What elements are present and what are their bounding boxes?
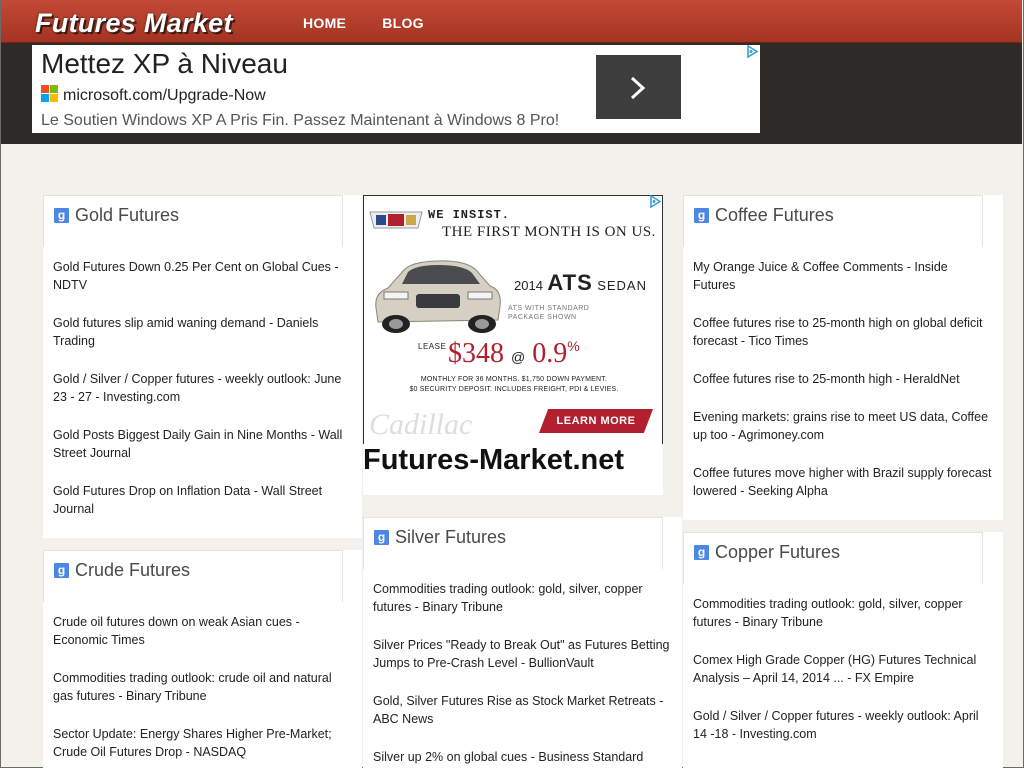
google-icon: g xyxy=(54,563,69,578)
copper-futures-panel: g Copper Futures Commodities trading outl… xyxy=(683,532,1003,768)
lease-label: LEASE xyxy=(418,342,447,351)
ad-description: Le Soutien Windows XP A Pris Fin. Passez… xyxy=(41,112,560,129)
news-link[interactable]: Comex High Grade Copper (HG) Futures Tec… xyxy=(683,651,1003,687)
crude-news-list: Crude oil futures down on weak Asian cue… xyxy=(43,602,362,768)
ad-tagline: WE INSIST. xyxy=(428,208,511,222)
news-link[interactable]: Silver Prices "Ready to Break Out" as Fu… xyxy=(363,636,682,672)
ad-go-button[interactable] xyxy=(596,55,681,119)
chevron-right-icon xyxy=(630,76,646,100)
gold-futures-panel: g Gold Futures Gold Futures Down 0.25 Per… xyxy=(43,195,362,538)
ad-headline[interactable]: Mettez XP à Niveau xyxy=(41,48,288,80)
learn-more-button[interactable]: LEARN MORE xyxy=(539,409,653,433)
news-link[interactable]: Gold Futures Down 0.25 Per Cent on Globa… xyxy=(43,258,362,294)
site-name: Futures-Market.net xyxy=(363,444,625,476)
news-link[interactable]: Sector Update: Energy Shares Higher Pre-… xyxy=(43,725,362,761)
model-body: SEDAN xyxy=(597,278,647,293)
adchoices-icon[interactable] xyxy=(746,45,759,58)
coffee-news-list: My Orange Juice & Coffee Comments - Insi… xyxy=(683,247,1003,520)
gold-futures-header: g Gold Futures xyxy=(43,195,343,247)
ad-offer: THE FIRST MONTH IS ON US. xyxy=(442,224,656,240)
silver-futures-header: g Silver Futures xyxy=(363,517,663,569)
news-link[interactable]: Commodities trading outlook: gold, silve… xyxy=(363,580,682,616)
panel-title: Silver Futures xyxy=(395,527,507,547)
news-link[interactable]: Commodities trading outlook: gold, silve… xyxy=(683,595,1003,631)
news-link[interactable]: My Orange Juice & Coffee Comments - Insi… xyxy=(683,258,1003,294)
copper-news-list: Commodities trading outlook: gold, silve… xyxy=(683,584,1003,763)
cadillac-crest-icon xyxy=(369,211,423,229)
google-icon: g xyxy=(54,208,69,223)
news-link[interactable]: Gold, Silver Futures Rise as Stock Marke… xyxy=(363,692,682,728)
news-link[interactable]: Coffee futures rise to 25-month high - H… xyxy=(683,370,1003,388)
news-link[interactable]: Crude oil futures down on weak Asian cue… xyxy=(43,613,362,649)
adchoices-icon[interactable] xyxy=(649,195,662,208)
news-link[interactable]: Silver up 2% on global cues - Business S… xyxy=(363,748,682,766)
news-link[interactable]: Coffee futures move higher with Brazil s… xyxy=(683,464,1003,500)
panel-title: Crude Futures xyxy=(75,560,191,580)
ad-url[interactable]: microsoft.com/Upgrade-Now xyxy=(63,87,266,105)
coffee-futures-panel: g Coffee Futures My Orange Juice & Coffee… xyxy=(683,195,1003,520)
cadillac-ad[interactable]: WE INSIST. THE FIRST MONTH IS ON US. 201… xyxy=(363,195,663,445)
nav-blog-link[interactable]: BLOG xyxy=(364,0,442,43)
copper-futures-header: g Copper Futures xyxy=(683,532,983,584)
news-link[interactable]: Gold / Silver / Copper futures - weekly … xyxy=(43,370,362,406)
nav-home-link[interactable]: HOME xyxy=(285,0,364,43)
google-icon: g xyxy=(374,530,389,545)
news-link[interactable]: Gold futures slip amid waning demand - D… xyxy=(43,314,362,350)
lease-price: $348 @ 0.9% xyxy=(448,338,580,369)
panel-title: Copper Futures xyxy=(715,542,841,562)
crude-futures-header: g Crude Futures xyxy=(43,550,343,602)
silver-news-list: Commodities trading outlook: gold, silve… xyxy=(363,569,682,768)
news-link[interactable]: Evening markets: grains rise to meet US … xyxy=(683,408,1003,444)
lease-terms: MONTHLY FOR 36 MONTHS. $1,750 DOWN PAYME… xyxy=(409,376,619,393)
package-note: ATS WITH STANDARD PACKAGE SHOWN xyxy=(508,305,590,321)
gold-news-list: Gold Futures Down 0.25 Per Cent on Globa… xyxy=(43,247,362,538)
cadillac-wordmark: Cadillac xyxy=(369,408,473,441)
site-name-banner: Futures-Market.net xyxy=(363,444,663,495)
main-nav: HOME BLOG xyxy=(285,0,442,43)
news-link[interactable]: Gold Posts Biggest Daily Gain in Nine Mo… xyxy=(43,426,362,462)
google-icon: g xyxy=(694,208,709,223)
car-image xyxy=(375,260,501,333)
panel-title: Gold Futures xyxy=(75,205,180,225)
model-name: ATS xyxy=(547,270,593,295)
site-logo[interactable]: Futures Market xyxy=(35,8,233,39)
news-link[interactable]: Commodities trading outlook: crude oil a… xyxy=(43,669,362,705)
silver-futures-panel: g Silver Futures Commodities trading outl… xyxy=(363,517,682,768)
model-year: 2014 xyxy=(514,278,543,293)
microsoft-logo-icon xyxy=(41,85,58,102)
news-link[interactable]: Gold Futures Drop on Inflation Data - Wa… xyxy=(43,482,362,518)
crude-futures-panel: g Crude Futures Crude oil futures down on… xyxy=(43,550,362,768)
news-link[interactable]: Gold / Silver / Copper futures - weekly … xyxy=(683,707,1003,743)
top-banner-ad[interactable]: Mettez XP à Niveau microsoft.com/Upgrade… xyxy=(32,45,760,133)
google-icon: g xyxy=(694,545,709,560)
site-header: Futures Market HOME BLOG xyxy=(1,0,1022,43)
news-link[interactable]: Coffee futures rise to 25-month high on … xyxy=(683,314,1003,350)
coffee-futures-header: g Coffee Futures xyxy=(683,195,983,247)
panel-title: Coffee Futures xyxy=(715,205,834,225)
